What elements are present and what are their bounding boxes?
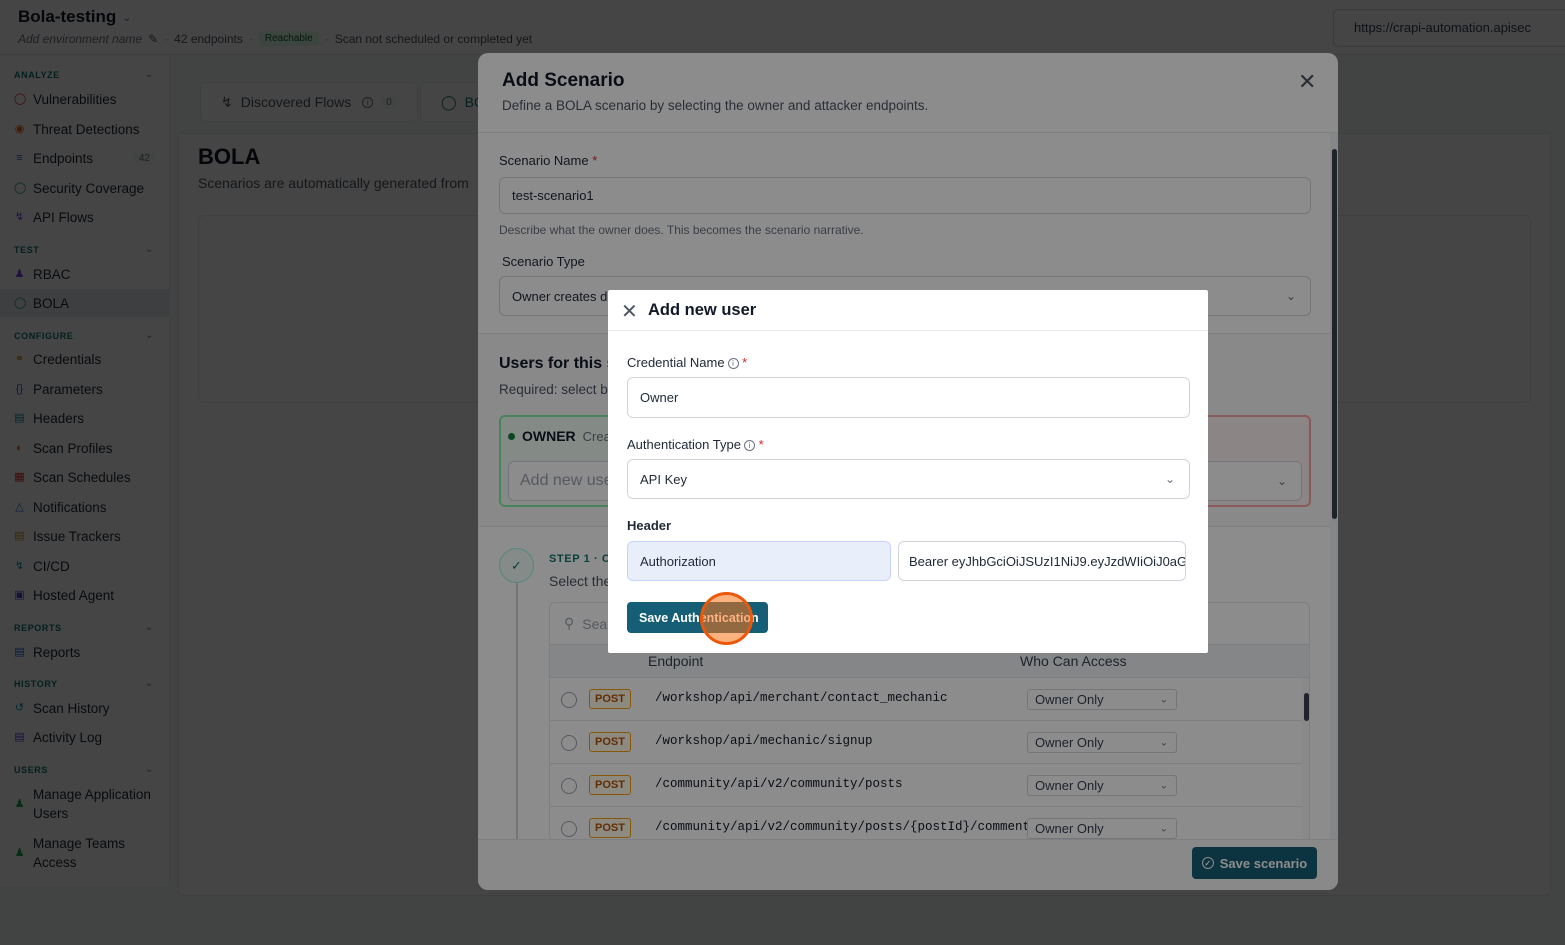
close-icon[interactable]: ✕ <box>621 299 638 324</box>
label-text: Credential Name <box>627 355 725 370</box>
add-new-user-dialog: ✕ Add new user Credential Name i * Owner … <box>608 290 1208 653</box>
authentication-type-label: Authentication Type i * <box>627 437 764 452</box>
info-icon[interactable]: i <box>743 440 755 451</box>
required-marker: * <box>758 437 764 452</box>
authentication-type-select[interactable]: API Key ⌄ <box>627 459 1190 499</box>
credential-name-label: Credential Name i * <box>627 355 747 370</box>
select-value: API Key <box>640 471 687 487</box>
chevron-down-icon: ⌄ <box>1164 472 1175 486</box>
header-key-input[interactable]: Authorization <box>627 541 891 581</box>
header-label: Header <box>627 518 672 533</box>
dialog-title: Add new user <box>648 301 757 319</box>
label-text: Authentication Type <box>627 437 741 452</box>
required-marker: * <box>742 355 748 370</box>
info-icon[interactable]: i <box>727 358 739 369</box>
save-authentication-button[interactable]: Save Authentication <box>627 602 768 633</box>
dialog-header: ✕ Add new user <box>608 290 1208 331</box>
credential-name-input[interactable]: Owner <box>627 377 1190 418</box>
header-value-input[interactable]: Bearer eyJhbGciOiJSUzI1NiJ9.eyJzdWIiOiJ0… <box>898 541 1186 581</box>
